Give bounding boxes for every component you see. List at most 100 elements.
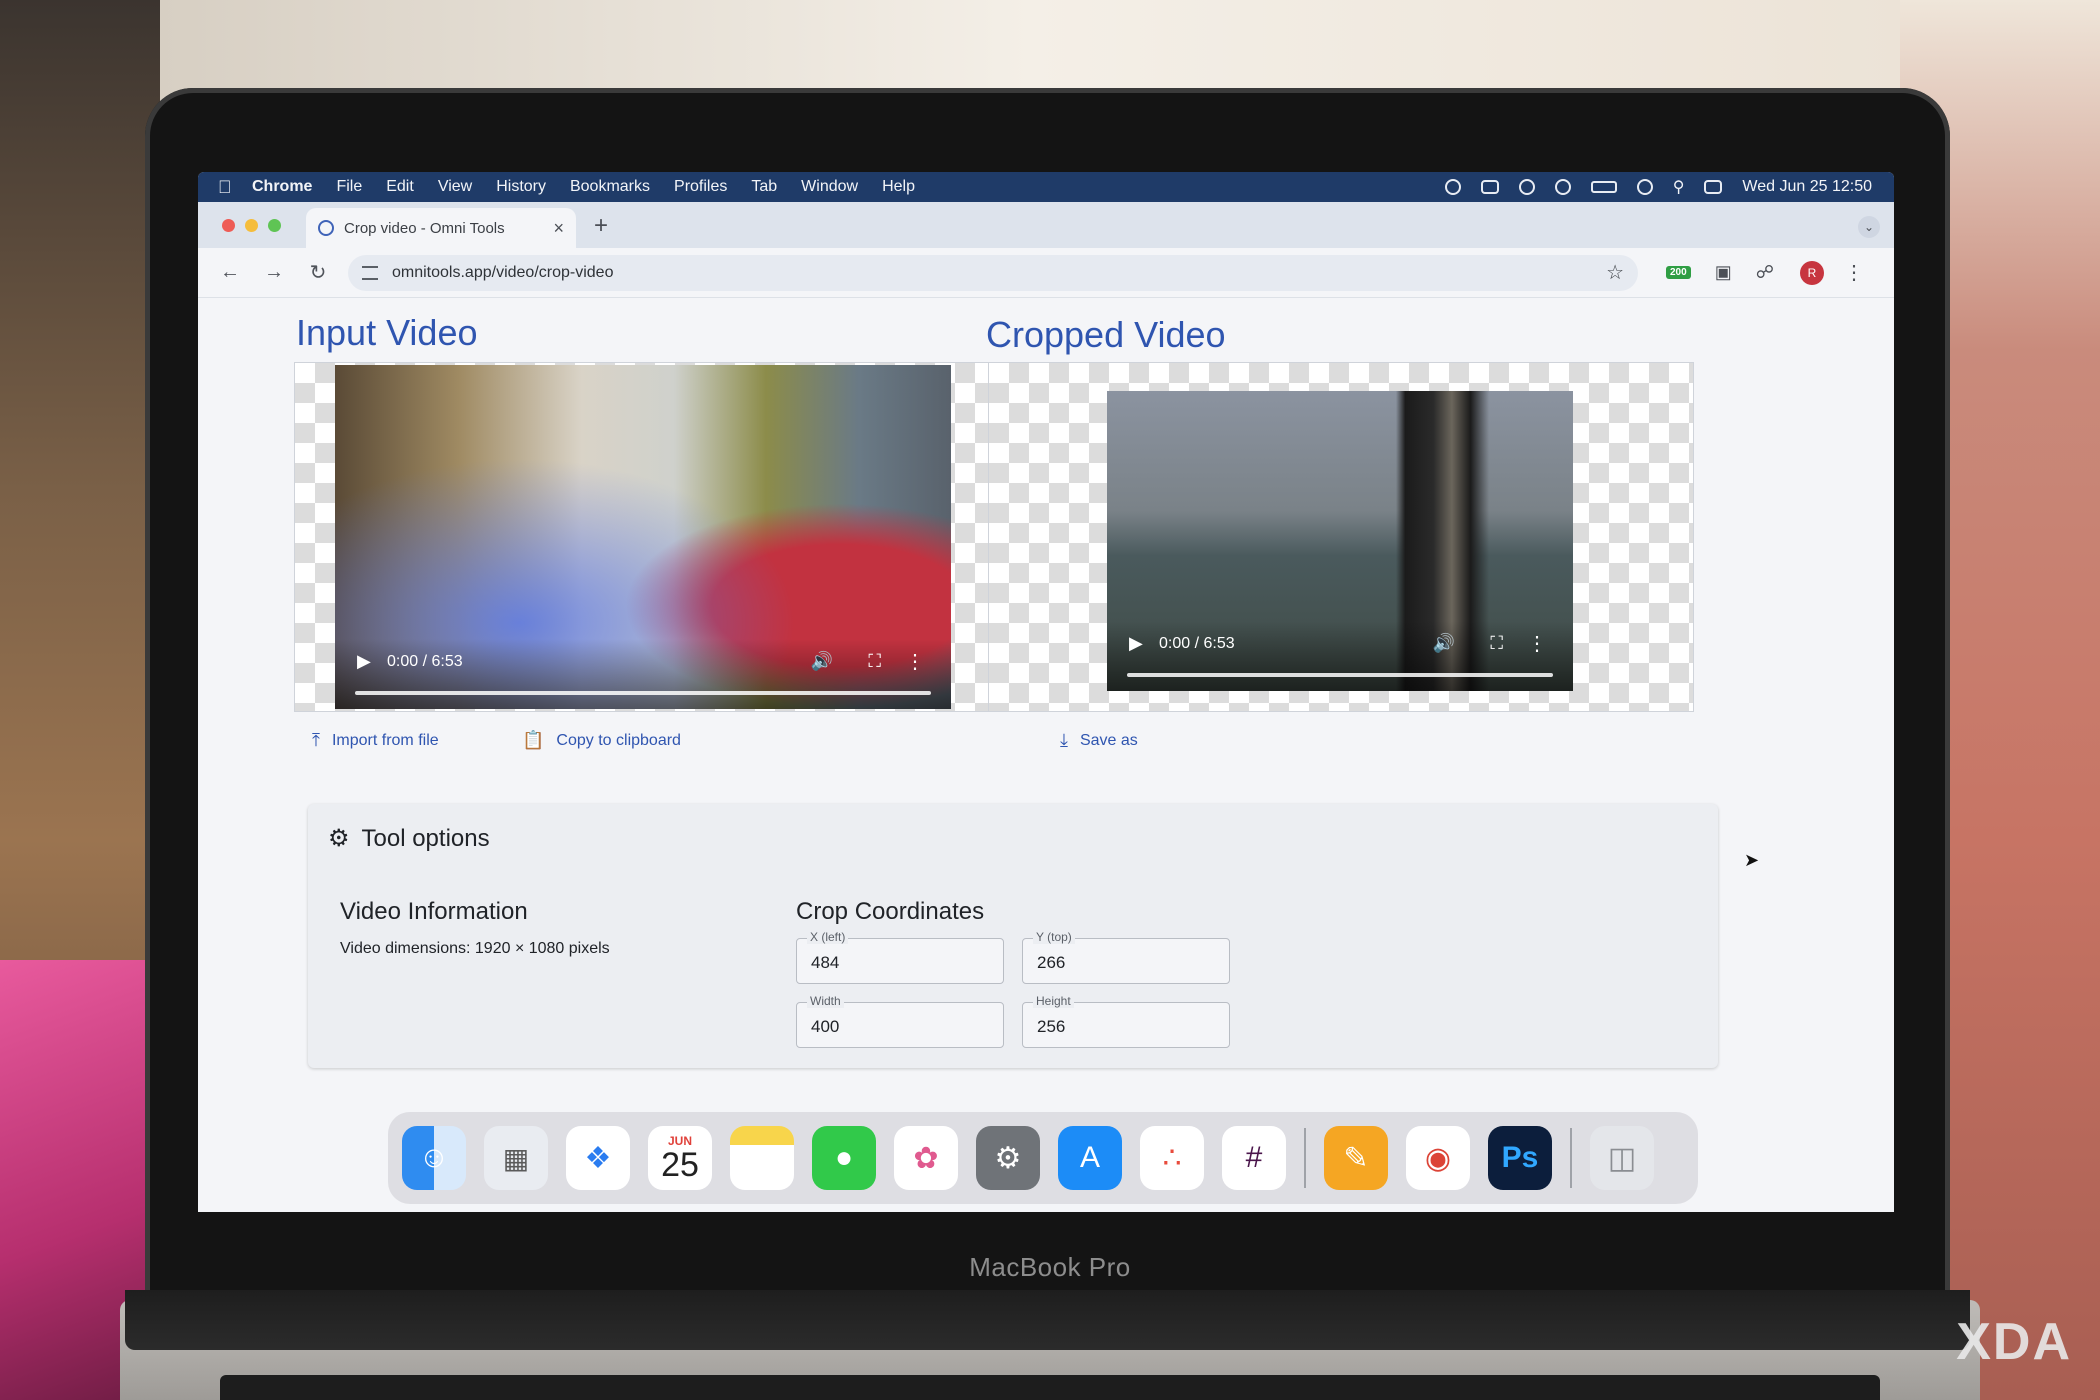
battery-icon[interactable] [1590,181,1617,193]
minimize-window-button[interactable] [245,219,258,232]
status-cloud-icon[interactable] [1480,180,1499,194]
cropped-video-player[interactable]: ▶ 0:00 / 6:53 🔊 ⛶ ⋮ [1107,391,1573,691]
site-settings-icon[interactable] [362,265,378,280]
photoshop-icon[interactable]: Ps [1488,1126,1552,1190]
messages-icon[interactable]: ● [812,1126,876,1190]
url-text[interactable]: omnitools.app/video/crop-video [392,264,613,282]
crop-height-field[interactable]: Height 256 [1022,994,1230,1048]
crop-width-field[interactable]: Width 400 [796,994,1004,1048]
apple-icon[interactable]:  [218,177,252,198]
three-dots-app-icon[interactable]: ∴ [1140,1126,1204,1190]
crop-x-value[interactable]: 484 [811,953,839,973]
finder-icon[interactable]: ☺ [402,1126,466,1190]
more-options-icon[interactable]: ⋮ [1527,631,1547,656]
crop-coordinates-title: Crop Coordinates [796,898,985,925]
chrome-menu-icon[interactable]: ⋮ [1844,260,1864,285]
control-center-icon[interactable] [1704,180,1723,194]
extension-badge[interactable]: 200 [1666,266,1691,279]
slack-icon[interactable]: # [1222,1126,1286,1190]
crop-width-value[interactable]: 400 [811,1017,839,1037]
wifi-icon[interactable] [1636,179,1653,195]
menu-tab[interactable]: Tab [751,178,777,196]
photos-icon[interactable]: ✿ [894,1126,958,1190]
input-video-player[interactable]: ▶ 0:00 / 6:53 🔊 ⛶ ⋮ [335,365,951,709]
laptop-hinge [125,1290,1970,1350]
status-dots-icon[interactable] [1518,179,1535,195]
crop-y-value[interactable]: 266 [1037,953,1065,973]
system-settings-icon[interactable]: ⚙ [976,1126,1040,1190]
close-window-button[interactable] [222,219,235,232]
crop-x-field[interactable]: X (left) 484 [796,930,1004,984]
menubar-clock[interactable]: Wed Jun 25 12:50 [1742,178,1872,196]
tab-search-chevron-icon[interactable]: ⌄ [1858,216,1880,238]
calendar-icon[interactable]: JUN 25 [648,1126,712,1190]
crop-y-field[interactable]: Y (top) 266 [1022,930,1230,984]
cropped-video-panel: ▶ 0:00 / 6:53 🔊 ⛶ ⋮ [988,362,1694,712]
address-bar[interactable]: omnitools.app/video/crop-video ☆ [348,254,1638,291]
import-label: Import from file [331,731,439,749]
menu-window[interactable]: Window [801,178,858,196]
launchpad-icon[interactable]: ▦ [484,1126,548,1190]
menu-file[interactable]: File [336,178,362,196]
browser-toolbar: ← → ↻ omnitools.app/video/crop-video ☆ 2… [198,248,1894,298]
volume-icon[interactable]: 🔊 [811,651,833,672]
zoom-window-button[interactable] [268,219,281,232]
fullscreen-icon[interactable]: ⛶ [1490,633,1503,654]
cropped-video-controls: ▶ 0:00 / 6:53 🔊 ⛶ ⋮ [1107,621,1573,691]
more-options-icon[interactable]: ⋮ [905,649,925,674]
crop-height-value[interactable]: 256 [1037,1017,1065,1037]
tab-strip: Crop video - Omni Tools × + ⌄ [198,202,1894,248]
input-video-time: 0:00 / 6:53 [387,653,463,670]
trash-icon[interactable]: ◫ [1590,1126,1654,1190]
xda-watermark: XDA [1956,1313,2072,1371]
chrome-icon[interactable]: ◉ [1406,1126,1470,1190]
image-extension-icon[interactable]: ▣ [1715,262,1732,283]
tool-options-panel: ⚙ Tool options Video Information Video d… [308,804,1718,1068]
back-arrow-icon[interactable]: ← [218,261,242,284]
status-app-icon[interactable] [1444,179,1461,195]
save-label: Save as [1079,731,1138,749]
reload-icon[interactable]: ↻ [306,260,330,285]
menu-profiles[interactable]: Profiles [674,178,727,196]
copy-to-clipboard-button[interactable]: 📋 Copy to clipboard [522,730,681,751]
seek-bar[interactable] [1127,673,1553,677]
crop-y-label: Y (top) [1033,930,1075,944]
dock-separator [1570,1128,1572,1188]
save-as-button[interactable]: ⤓ Save as [1060,730,1138,751]
bookmark-star-icon[interactable]: ☆ [1606,260,1624,285]
spotlight-search-icon[interactable]: ⚲ [1673,177,1685,197]
menu-chrome[interactable]: Chrome [252,178,312,196]
pages-icon[interactable]: ✎ [1324,1126,1388,1190]
menu-edit[interactable]: Edit [386,178,414,196]
tool-options-title: Tool options [361,824,490,852]
tab-title: Crop video - Omni Tools [344,219,505,237]
fullscreen-icon[interactable]: ⛶ [868,651,881,672]
menu-bookmarks[interactable]: Bookmarks [570,178,650,196]
laptop-keys [220,1375,1880,1400]
input-video-controls: ▶ 0:00 / 6:53 🔊 ⛶ ⋮ [335,639,951,709]
dock-separator [1304,1128,1306,1188]
profile-avatar[interactable]: R [1799,260,1824,285]
import-from-file-button[interactable]: ⤒ Import from file [312,730,439,751]
extensions-puzzle-icon[interactable]: ☍ [1756,262,1774,283]
seek-bar[interactable] [355,691,931,695]
tool-options-header: ⚙ Tool options [328,824,490,853]
play-icon[interactable]: ▶ [1129,633,1143,654]
volume-icon[interactable]: 🔊 [1433,633,1455,654]
status-play-icon[interactable] [1554,179,1571,195]
play-icon[interactable]: ▶ [357,651,371,672]
new-tab-button[interactable]: + [594,212,608,240]
tab-crop-video[interactable]: Crop video - Omni Tools × [306,208,576,248]
tab-close-icon[interactable]: × [553,218,564,239]
macos-dock: ☺ ▦ ❖ JUN 25 ● ✿ ⚙ A ∴ # ✎ ◉ Ps ◫ [388,1112,1698,1204]
forward-arrow-icon[interactable]: → [262,261,286,284]
mouse-pointer-icon: ➤ [1744,850,1760,870]
safari-icon[interactable]: ❖ [566,1126,630,1190]
menu-help[interactable]: Help [882,178,915,196]
menu-view[interactable]: View [438,178,472,196]
notes-icon[interactable] [730,1126,794,1190]
app-store-icon[interactable]: A [1058,1126,1122,1190]
laptop-brand: MacBook Pro [969,1252,1131,1282]
menu-history[interactable]: History [496,178,546,196]
crop-width-label: Width [807,994,844,1008]
